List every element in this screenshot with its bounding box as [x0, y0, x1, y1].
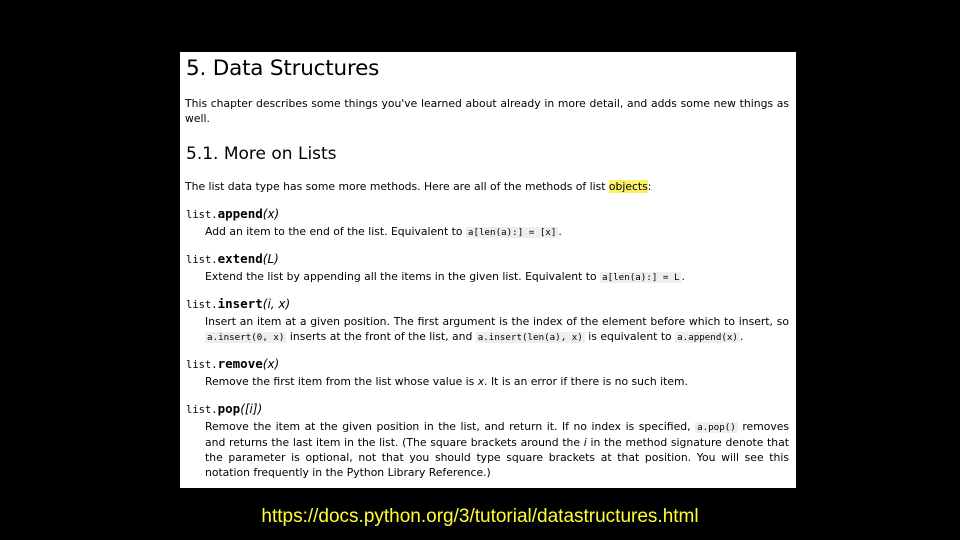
- method-signature-extend: list.extend(L): [186, 251, 279, 266]
- desc-text: inserts at the front of the list, and: [286, 330, 476, 343]
- document-page: 5. Data Structures This chapter describe…: [180, 52, 796, 488]
- method-prefix: list.: [186, 404, 218, 416]
- desc-text: Add an item to the end of the list. Equi…: [205, 225, 466, 238]
- method-prefix: list.: [186, 299, 218, 311]
- desc-text: . It is an error if there is no such ite…: [484, 375, 689, 388]
- method-name: remove: [217, 356, 263, 371]
- method-prefix: list.: [186, 359, 218, 371]
- method-signature-remove: list.remove(x): [186, 356, 279, 371]
- method-name: insert: [217, 296, 263, 311]
- method-signature-insert: list.insert(i, x): [186, 296, 290, 311]
- method-desc-extend: Extend the list by appending all the ite…: [205, 269, 789, 285]
- intro-paragraph: This chapter describes some things you'v…: [185, 97, 789, 125]
- method-name: pop: [217, 401, 241, 416]
- code-snippet: a[len(a):] = L: [600, 272, 682, 283]
- desc-text: .: [681, 270, 685, 283]
- method-desc-remove: Remove the first item from the list whos…: [205, 374, 789, 389]
- method-name: extend: [217, 251, 263, 266]
- method-desc-append: Add an item to the end of the list. Equi…: [205, 224, 789, 240]
- method-name: append: [217, 206, 263, 221]
- code-snippet: a.pop(): [695, 422, 738, 433]
- source-url[interactable]: https://docs.python.org/3/tutorial/datas…: [0, 506, 960, 528]
- method-args: (L): [262, 252, 279, 266]
- page-title: 5. Data Structures: [186, 56, 380, 81]
- method-prefix: list.: [186, 209, 218, 221]
- method-args: ([i]): [240, 402, 263, 416]
- code-snippet: a[len(a):] = [x]: [465, 227, 559, 238]
- method-args: (x): [262, 357, 280, 371]
- method-prefix: list.: [186, 254, 218, 266]
- method-args: (x): [262, 207, 280, 221]
- code-snippet: a.append(x): [675, 332, 740, 343]
- code-snippet: a.insert(len(a), x): [475, 332, 585, 343]
- desc-text: is equivalent to: [584, 330, 676, 343]
- code-snippet: a.insert(0, x): [205, 332, 287, 343]
- method-desc-insert: Insert an item at a given position. The …: [205, 314, 789, 345]
- section-title: 5.1. More on Lists: [186, 144, 337, 164]
- desc-text: Insert an item at a given position. The …: [205, 315, 789, 328]
- desc-text: Remove the first item from the list whos…: [205, 375, 478, 388]
- desc-text: .: [558, 225, 562, 238]
- section-intro: The list data type has some more methods…: [185, 179, 789, 194]
- method-args: (i, x): [262, 297, 291, 311]
- objects-link[interactable]: objects: [608, 180, 648, 193]
- desc-text: .: [739, 330, 744, 343]
- method-desc-pop: Remove the item at the given position in…: [205, 419, 789, 480]
- method-signature-append: list.append(x): [186, 206, 279, 221]
- method-signature-pop: list.pop([i]): [186, 401, 262, 416]
- section-intro-text: The list data type has some more methods…: [185, 180, 609, 193]
- desc-text: Extend the list by appending all the ite…: [205, 270, 601, 283]
- section-intro-end: :: [647, 180, 652, 193]
- desc-text: Remove the item at the given position in…: [205, 420, 696, 433]
